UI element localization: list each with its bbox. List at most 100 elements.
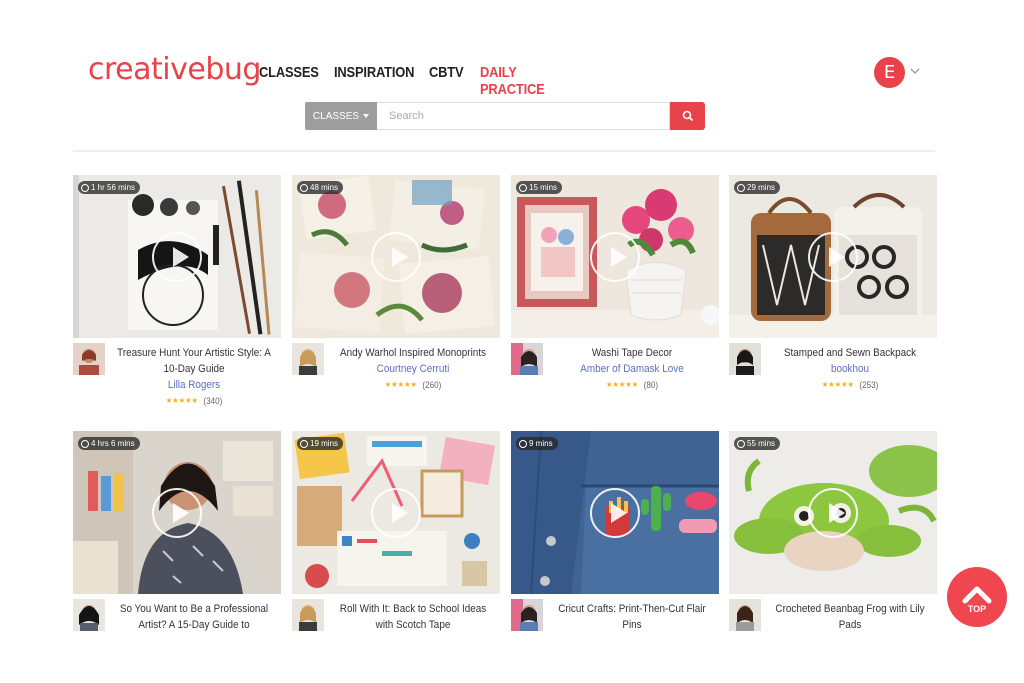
instructor-avatar — [511, 343, 543, 375]
duration-badge: 48 mins — [297, 181, 344, 194]
class-card[interactable]: 1 hr 56 mins Treasure Hunt Your Artistic… — [73, 175, 281, 408]
instructor-avatar — [729, 599, 761, 631]
play-icon[interactable] — [808, 488, 858, 538]
class-title[interactable]: Stamped and Sewn Backpack — [784, 347, 916, 359]
rating: ★★★★★ (80) — [554, 378, 711, 392]
search-bar: CLASSES — [305, 102, 705, 130]
search-button[interactable] — [670, 102, 705, 130]
instructor-name[interactable]: Courtney Cerruti — [335, 361, 492, 377]
play-icon[interactable] — [152, 232, 202, 282]
search-category-label: CLASSES — [312, 110, 360, 122]
review-count: (80) — [643, 380, 659, 390]
class-thumbnail[interactable]: 1 hr 56 mins — [73, 175, 281, 338]
clock-icon — [519, 439, 527, 448]
rating: ★★★★★ (340) — [116, 394, 273, 408]
nav-inspiration[interactable]: INSPIRATION — [334, 64, 414, 98]
back-to-top-label: TOP — [967, 604, 987, 614]
instructor-avatar — [73, 599, 105, 631]
nav-cbtv[interactable]: CBTV — [429, 64, 464, 98]
class-thumbnail[interactable]: 29 mins — [729, 175, 937, 338]
instructor-name[interactable]: Lilla Rogers — [116, 377, 273, 393]
class-info: So You Want to Be a Professional Artist?… — [73, 594, 281, 664]
star-rating: ★★★★★ — [821, 380, 854, 389]
class-title[interactable]: Cricut Crafts: Print-Then-Cut Flair Pins — [558, 603, 705, 631]
nav-daily-practice[interactable]: DAILY PRACTICE — [480, 64, 575, 98]
class-thumbnail[interactable]: 15 mins — [511, 175, 719, 338]
play-icon[interactable] — [590, 232, 640, 282]
class-info: Andy Warhol Inspired Monoprints Courtney… — [292, 338, 500, 408]
review-count: (253) — [859, 380, 879, 390]
instructor-avatar — [73, 343, 105, 375]
star-rating: ★★★★★ — [165, 396, 198, 405]
instructor-avatar — [511, 599, 543, 631]
creativebug-logo[interactable]: creativebug — [88, 52, 261, 87]
search-category-dropdown[interactable]: CLASSES — [305, 102, 377, 130]
instructor-name[interactable]: Amber of Damask Love — [554, 361, 711, 377]
class-card[interactable]: 19 mins Roll With It: Back to School Ide… — [292, 431, 500, 664]
class-info: Stamped and Sewn Backpack bookhou ★★★★★ (… — [729, 338, 937, 408]
class-thumbnail[interactable]: 9 mins — [511, 431, 719, 594]
class-info: Cricut Crafts: Print-Then-Cut Flair Pins — [511, 594, 719, 664]
class-card[interactable]: 48 mins Andy Warhol Inspired Monoprints … — [292, 175, 500, 408]
clock-icon — [519, 183, 527, 192]
duration-text: 15 mins — [529, 183, 558, 192]
class-thumbnail[interactable]: 4 hrs 6 mins — [73, 431, 281, 594]
clock-icon — [81, 439, 89, 448]
play-icon[interactable] — [808, 232, 858, 282]
nav-classes[interactable]: CLASSES — [259, 64, 319, 98]
instructor-name[interactable]: bookhou — [772, 361, 929, 377]
play-icon[interactable] — [152, 488, 202, 538]
class-title[interactable]: Andy Warhol Inspired Monoprints — [340, 347, 486, 359]
search-input[interactable] — [377, 102, 670, 130]
class-thumbnail[interactable]: 55 mins — [729, 431, 937, 594]
duration-text: 1 hr 56 mins — [91, 183, 136, 192]
review-count: (340) — [203, 396, 223, 406]
class-title[interactable]: Washi Tape Decor — [592, 347, 672, 359]
class-info: Washi Tape Decor Amber of Damask Love ★★… — [511, 338, 719, 408]
main-nav: CLASSES INSPIRATION CBTV DAILY PRACTICE — [259, 64, 590, 98]
play-icon[interactable] — [371, 488, 421, 538]
duration-text: 19 mins — [310, 439, 339, 448]
class-thumbnail[interactable]: 48 mins — [292, 175, 500, 338]
clock-icon — [81, 183, 89, 192]
duration-badge: 29 mins — [734, 181, 781, 194]
play-icon[interactable] — [371, 232, 421, 282]
class-thumbnail[interactable]: 19 mins — [292, 431, 500, 594]
star-rating: ★★★★★ — [605, 380, 639, 389]
duration-text: 29 mins — [747, 183, 776, 192]
clock-icon — [737, 183, 745, 192]
class-info: Treasure Hunt Your Artistic Style: A 10-… — [73, 338, 281, 408]
user-avatar[interactable]: E — [874, 57, 905, 88]
duration-text: 48 mins — [310, 183, 339, 192]
class-card[interactable]: 15 mins Washi Tape Decor Amber of Damask… — [511, 175, 719, 408]
duration-badge: 1 hr 56 mins — [78, 181, 141, 194]
class-card[interactable]: 55 mins Crocheted Beanbag Frog with Lily… — [729, 431, 937, 664]
caret-down-icon — [363, 114, 370, 118]
class-info: Roll With It: Back to School Ideas with … — [292, 594, 500, 664]
instructor-avatar — [292, 343, 324, 375]
search-icon — [682, 110, 693, 122]
chevron-down-icon[interactable] — [910, 66, 920, 76]
instructor-avatar — [292, 599, 324, 631]
class-card[interactable]: 9 mins Cricut Crafts: Print-Then-Cut Fla… — [511, 431, 719, 664]
rating: ★★★★★ (253) — [772, 378, 929, 392]
class-info: Crocheted Beanbag Frog with Lily Pads — [729, 594, 937, 664]
class-card[interactable]: 29 mins Stamped and Sewn Backpack bookho… — [729, 175, 937, 408]
instructor-avatar — [729, 343, 761, 375]
play-icon[interactable] — [590, 488, 640, 538]
clock-icon — [737, 439, 745, 448]
class-card[interactable]: 4 hrs 6 mins So You Want to Be a Profess… — [73, 431, 281, 664]
class-title[interactable]: Treasure Hunt Your Artistic Style: A 10-… — [117, 347, 271, 375]
class-title[interactable]: Crocheted Beanbag Frog with Lily Pads — [775, 603, 924, 631]
duration-text: 4 hrs 6 mins — [91, 439, 135, 448]
clock-icon — [300, 183, 308, 192]
star-rating: ★★★★★ — [384, 380, 417, 389]
class-title[interactable]: So You Want to Be a Professional Artist?… — [120, 603, 268, 631]
review-count: (260) — [422, 380, 442, 390]
class-title[interactable]: Roll With It: Back to School Ideas with … — [340, 603, 486, 631]
duration-text: 55 mins — [747, 439, 776, 448]
header-divider — [73, 150, 935, 152]
duration-badge: 4 hrs 6 mins — [78, 437, 140, 450]
duration-text: 9 mins — [529, 439, 553, 448]
back-to-top-button[interactable]: TOP — [947, 567, 1007, 627]
